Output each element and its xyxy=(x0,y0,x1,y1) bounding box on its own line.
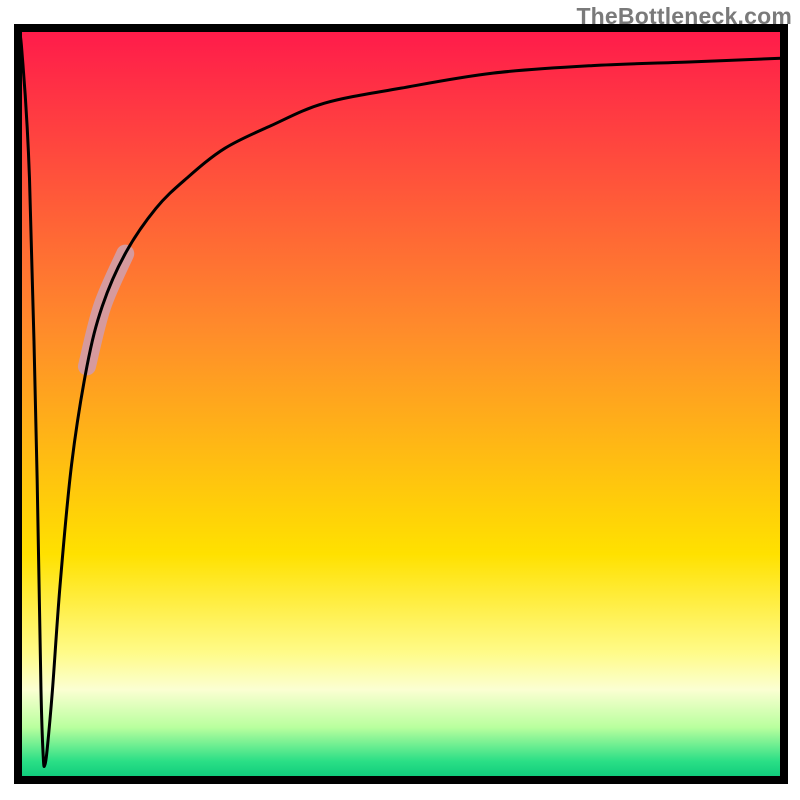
watermark-text: TheBottleneck.com xyxy=(576,3,792,30)
plot-background xyxy=(18,28,784,780)
bottleneck-chart xyxy=(0,0,800,800)
